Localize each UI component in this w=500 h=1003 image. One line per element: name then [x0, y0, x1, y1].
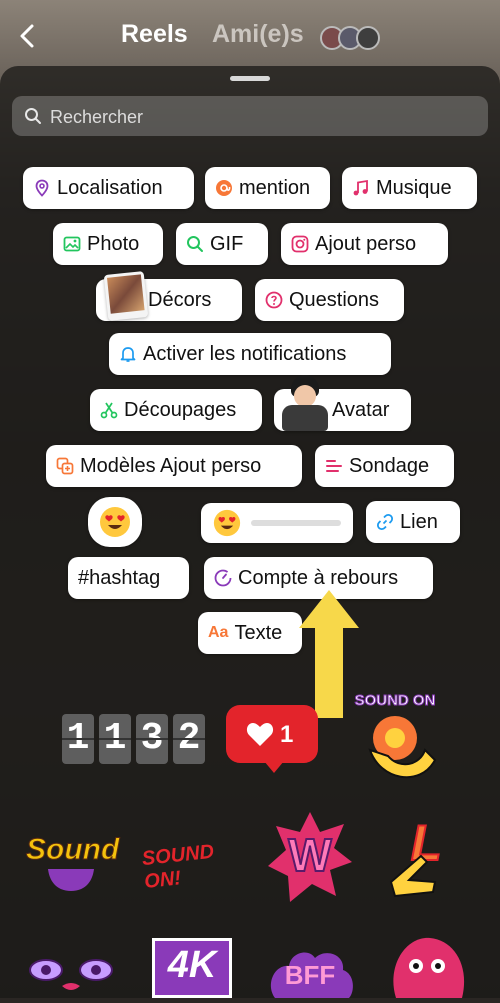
- emoji-reaction-sticker-button[interactable]: [88, 497, 142, 547]
- modeles-sticker-button[interactable]: Modèles Ajout perso: [46, 445, 302, 487]
- chip-label: Découpages: [124, 398, 237, 421]
- ajout-perso-sticker-button[interactable]: Ajout perso: [281, 223, 448, 265]
- poll-icon: [325, 457, 343, 475]
- avatar-sticker-button[interactable]: Avatar: [274, 375, 411, 431]
- like-count: 1: [280, 721, 294, 748]
- hashtag-sticker-button[interactable]: #hashtag: [68, 557, 189, 599]
- sound-text: Sound: [25, 833, 120, 867]
- avatar: [356, 26, 380, 50]
- photo-thumbnail-image: [107, 274, 145, 314]
- chevron-left-icon: [20, 24, 34, 48]
- like-count-sticker[interactable]: 1: [226, 705, 318, 773]
- chip-label: Avatar: [332, 398, 390, 421]
- heart-icon: [246, 723, 274, 746]
- avatar-face: [294, 385, 316, 407]
- chip-label: #hashtag: [78, 566, 161, 589]
- hand-icon: [389, 854, 437, 898]
- text-aa-icon: Aa: [208, 624, 229, 641]
- counter-sticker[interactable]: 1 1 3 2: [62, 714, 205, 764]
- chip-label: Décors: [148, 288, 212, 311]
- like-bubble-tail: [264, 761, 284, 773]
- l-hand-sticker[interactable]: L: [385, 812, 465, 898]
- avatar-body: [282, 405, 328, 431]
- tab-reels[interactable]: Reels: [121, 20, 188, 49]
- bell-icon: [119, 345, 137, 363]
- template-add-icon: [56, 457, 74, 475]
- 4k-sticker[interactable]: 4K: [152, 938, 232, 998]
- gif-sticker-button[interactable]: GIF: [176, 223, 268, 265]
- avatar-figure: [278, 373, 332, 435]
- search-input[interactable]: [48, 96, 472, 138]
- eyes-icon: [29, 959, 113, 990]
- texte-sticker-button[interactable]: Aa Texte: [198, 612, 302, 654]
- scissors-icon: [100, 401, 118, 419]
- 4k-text: 4K: [167, 944, 217, 986]
- chip-label: Photo: [87, 232, 140, 255]
- chip-label: Musique: [376, 176, 452, 199]
- bowl-icon: [48, 869, 94, 891]
- sound-on-hand-sticker[interactable]: SOUND ON: [350, 690, 440, 790]
- sound-sticker[interactable]: Sound: [25, 825, 120, 895]
- counter-digit: 1: [62, 714, 94, 764]
- counter-digit: 3: [136, 714, 168, 764]
- friends-avatars: [320, 26, 382, 50]
- decor-photo-thumbnail: [103, 271, 149, 321]
- sound-on-text: SOUND ON: [354, 692, 436, 710]
- w-letter: W: [287, 828, 332, 882]
- lien-sticker-button[interactable]: Lien: [366, 501, 460, 543]
- decoupages-sticker-button[interactable]: Découpages: [90, 389, 262, 431]
- question-bubble-icon: [265, 291, 283, 309]
- chip-label: Localisation: [57, 176, 163, 199]
- counter-digit: 2: [173, 714, 205, 764]
- counter-digit: 1: [99, 714, 131, 764]
- header: Reels Ami(e)s: [0, 0, 500, 70]
- slider-track: [251, 520, 341, 526]
- search-icon: [186, 235, 204, 253]
- chip-label: GIF: [210, 232, 244, 255]
- sheet-grabber[interactable]: [230, 76, 270, 81]
- link-icon: [376, 513, 394, 531]
- music-note-icon: [352, 179, 370, 197]
- notifications-sticker-button[interactable]: Activer les notifications: [109, 333, 391, 375]
- chip-label: Modèles Ajout perso: [80, 454, 262, 477]
- chip-label: Sondage: [349, 454, 430, 477]
- chip-label: Activer les notifications: [143, 342, 347, 365]
- eyes-lips-sticker[interactable]: [28, 940, 114, 998]
- chip-label: Texte: [234, 621, 283, 644]
- chip-label: Questions: [289, 288, 380, 311]
- at-sign-icon: [215, 179, 233, 197]
- search-icon: [25, 108, 41, 124]
- heart-eyes-emoji-icon: [100, 507, 130, 537]
- search-bar[interactable]: [12, 96, 488, 138]
- timer-icon: [214, 569, 232, 587]
- location-pin-icon: [33, 179, 51, 197]
- bff-sticker[interactable]: BFF: [265, 944, 355, 998]
- chip-label: mention: [239, 176, 311, 199]
- decors-sticker-button[interactable]: Décors: [96, 271, 242, 321]
- photo-sticker-button[interactable]: Photo: [53, 223, 163, 265]
- tab-friends[interactable]: Ami(e)s: [212, 20, 304, 49]
- sondage-sticker-button[interactable]: Sondage: [315, 445, 454, 487]
- heart-eyes-emoji-icon: [213, 509, 241, 537]
- emoji-slider-sticker-button[interactable]: [201, 503, 353, 543]
- pink-blob-sticker[interactable]: [386, 936, 466, 998]
- sound-on-text-sticker[interactable]: SOUND ON!: [141, 835, 241, 893]
- musique-sticker-button[interactable]: Musique: [342, 167, 477, 209]
- back-button[interactable]: [14, 18, 42, 54]
- blob-icon: [393, 937, 465, 998]
- w-letter-sticker[interactable]: W: [268, 812, 352, 902]
- camera-icon: [291, 235, 309, 253]
- bff-text: BFF: [284, 960, 336, 990]
- chip-label: Compte à rebours: [238, 566, 399, 589]
- mention-sticker-button[interactable]: mention: [205, 167, 330, 209]
- image-icon: [63, 235, 81, 253]
- chip-label: Lien: [400, 510, 438, 533]
- chip-label: Ajout perso: [315, 232, 417, 255]
- localisation-sticker-button[interactable]: Localisation: [23, 167, 194, 209]
- questions-sticker-button[interactable]: Questions: [255, 279, 404, 321]
